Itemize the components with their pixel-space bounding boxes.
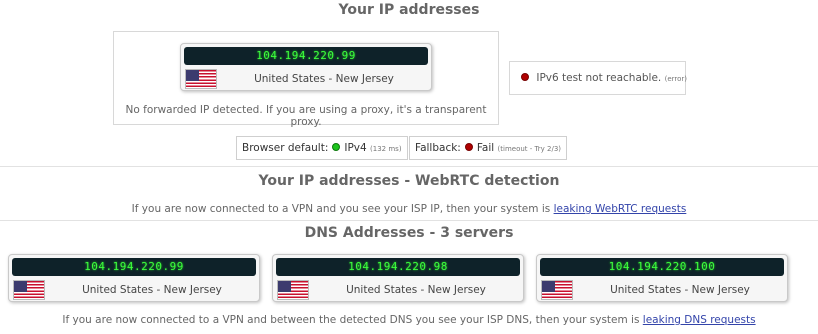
dns-location: United States - New Jersey: [82, 284, 222, 296]
ipv6-panel: IPv6 test not reachable. (error): [509, 61, 687, 95]
ip-location: United States - New Jersey: [254, 73, 394, 85]
dns-leak-link[interactable]: leaking DNS requests: [643, 314, 756, 326]
dns-note: If you are now connected to a VPN and be…: [0, 314, 818, 326]
webrtc-leak-link[interactable]: leaking WebRTC requests: [554, 203, 687, 215]
dns-ip-value[interactable]: 104.194.220.100: [540, 258, 784, 276]
ipv6-status-text: IPv6 test not reachable.: [536, 72, 662, 84]
browser-default-value: IPv4: [344, 142, 367, 154]
browser-default-status: Browser default: IPv4 (132 ms): [236, 136, 408, 160]
fallback-detail: (timeout - Try 2/3): [497, 145, 562, 153]
fallback-value: Fail: [476, 142, 495, 154]
us-flag-icon: [277, 280, 309, 300]
ip-address-panel: 104.194.220.99 United States - New Jerse…: [113, 31, 499, 128]
ipv6-status: IPv6 test not reachable. (error): [517, 72, 687, 84]
fallback-label: Fallback:: [415, 142, 461, 154]
dns-ip-value[interactable]: 104.194.220.98: [276, 258, 520, 276]
us-flag-icon: [185, 69, 217, 89]
divider: [0, 220, 818, 221]
divider: [0, 166, 818, 167]
us-flag-icon: [13, 280, 45, 300]
ip-address-value[interactable]: 104.194.220.99: [184, 47, 428, 65]
dns-server-card: 104.194.220.98 United States - New Jerse…: [272, 254, 524, 302]
forwarded-ip-note: No forwarded IP detected. If you are usi…: [125, 104, 487, 128]
status-dot-icon: [521, 73, 529, 81]
us-flag-icon: [541, 280, 573, 300]
browser-default-label: Browser default:: [242, 142, 329, 154]
dns-server-card: 104.194.220.100 United States - New Jers…: [536, 254, 788, 302]
dns-location: United States - New Jersey: [346, 284, 486, 296]
ip-card: 104.194.220.99 United States - New Jerse…: [180, 43, 432, 91]
ip-section-title: Your IP addresses: [338, 2, 480, 18]
status-dot-icon: [464, 143, 473, 151]
browser-default-time: (132 ms): [370, 145, 402, 153]
dns-location: United States - New Jersey: [610, 284, 750, 296]
dns-server-card: 104.194.220.99 United States - New Jerse…: [8, 254, 260, 302]
dns-section-title: DNS Addresses - 3 servers: [304, 225, 514, 241]
status-dot-icon: [332, 143, 341, 151]
webrtc-note-text: If you are now connected to a VPN and yo…: [131, 203, 551, 215]
dns-ip-value[interactable]: 104.194.220.99: [12, 258, 256, 276]
dns-note-text: If you are now connected to a VPN and be…: [62, 314, 640, 326]
webrtc-note: If you are now connected to a VPN and yo…: [0, 203, 818, 215]
ipv6-status-detail: (error): [664, 75, 688, 83]
fallback-status: Fallback: Fail (timeout - Try 2/3): [409, 136, 568, 160]
webrtc-section-title: Your IP addresses - WebRTC detection: [258, 173, 560, 189]
